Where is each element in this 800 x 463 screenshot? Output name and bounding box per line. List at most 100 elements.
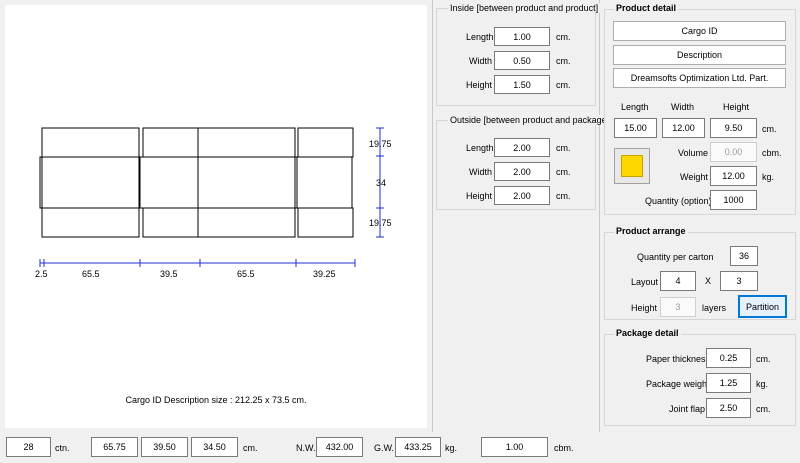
color-picker[interactable] — [614, 148, 650, 184]
unit-label: cm. — [556, 56, 571, 66]
product-box — [41, 127, 140, 158]
dim-label: 65.5 — [237, 269, 255, 279]
width-label: Width — [671, 102, 695, 112]
volume-cbm-field[interactable]: 1.00 — [481, 437, 548, 457]
inside-width-input[interactable]: 0.50 — [494, 51, 550, 70]
gross-weight-label: G.W. — [374, 443, 394, 453]
dim-label: 39.25 — [313, 269, 336, 279]
outside-group-title: Outside [between product and package] — [448, 115, 612, 125]
joint-flap-input[interactable]: 2.50 — [706, 398, 751, 418]
net-weight-label: N.W. — [296, 443, 316, 453]
dim-label: 39.5 — [160, 269, 178, 279]
inside-group-title: Inside [between product and product] — [448, 3, 601, 13]
unit-label: kg. — [445, 443, 458, 453]
dim-label: 19.75 — [369, 139, 392, 149]
product-height-input[interactable]: 9.50 — [710, 118, 757, 138]
carton-length-field[interactable]: 65.75 — [91, 437, 138, 457]
gross-weight-field[interactable]: 433.25 — [395, 437, 441, 457]
unit-label: kg. — [756, 379, 769, 389]
unit-label: cm. — [556, 80, 571, 90]
unit-label: cm. — [756, 404, 771, 414]
product-detail-title: Product detail — [614, 3, 679, 13]
unit-label: cbm. — [762, 148, 782, 158]
qty-per-carton-label: Quantity per carton — [637, 252, 714, 262]
height-label: Height — [723, 102, 750, 112]
outside-height-input[interactable]: 2.00 — [494, 186, 550, 205]
company-button[interactable]: Dreamsofts Optimization Ltd. Part. — [613, 68, 786, 88]
panel-divider — [432, 0, 433, 432]
layout-separator: X — [705, 276, 712, 286]
joint-flap-label: Joint flap — [669, 404, 706, 414]
layers-height-label: Height — [631, 303, 658, 313]
description-button[interactable]: Description — [613, 45, 786, 65]
volume-input: 0.00 — [710, 142, 757, 162]
unit-label: cm. — [556, 167, 571, 177]
product-box — [139, 156, 199, 209]
dim-label: 2.5 — [35, 269, 48, 279]
carton-height-field[interactable]: 34.50 — [191, 437, 238, 457]
carton-layout-diagram: 2.5 65.5 39.5 65.5 39.25 19.75 34 19.75 … — [35, 127, 392, 405]
product-box — [41, 207, 140, 238]
dim-label: 34 — [376, 178, 386, 188]
unit-label: cm. — [556, 143, 571, 153]
layers-height-input: 3 — [660, 297, 696, 317]
unit-label: cm. — [756, 354, 771, 364]
outside-length-input[interactable]: 2.00 — [494, 138, 550, 157]
paper-thickness-input[interactable]: 0.25 — [706, 348, 751, 368]
product-width-input[interactable]: 12.00 — [662, 118, 705, 138]
carton-width-field[interactable]: 39.50 — [141, 437, 188, 457]
unit-label: cm. — [556, 32, 571, 42]
product-box — [142, 207, 199, 238]
inside-length-input[interactable]: 1.00 — [494, 27, 550, 46]
layout-x-input[interactable]: 4 — [660, 271, 696, 291]
product-box — [197, 207, 296, 238]
weight-input[interactable]: 12.00 — [710, 166, 757, 186]
cartons-count-field[interactable]: 28 — [6, 437, 51, 457]
net-weight-field[interactable]: 432.00 — [316, 437, 363, 457]
partition-button[interactable]: Partition — [738, 295, 787, 318]
package-weight-label: Package weight — [646, 379, 710, 389]
package-detail-title: Package detail — [614, 328, 681, 338]
product-box — [197, 127, 296, 158]
package-weight-input[interactable]: 1.25 — [706, 373, 751, 393]
quantity-label: Quantity (option) — [645, 196, 712, 206]
product-arrange-title: Product arrange — [614, 226, 688, 236]
diagram-caption: Cargo ID Description size : 212.25 x 73.… — [125, 395, 306, 405]
unit-label: cm. — [762, 124, 777, 134]
unit-label: cbm. — [554, 443, 574, 453]
outside-width-label: Width — [469, 167, 493, 177]
layout-y-input[interactable]: 3 — [720, 271, 758, 291]
unit-label: cm. — [243, 443, 258, 453]
paper-thickness-label: Paper thickness — [646, 354, 711, 364]
color-swatch-icon — [621, 155, 643, 177]
outside-length-label: Length — [466, 143, 494, 153]
product-box — [197, 156, 296, 209]
unit-label: kg. — [762, 172, 775, 182]
volume-label: Volume — [678, 148, 709, 158]
weight-label: Weight — [680, 172, 708, 182]
cargo-id-button[interactable]: Cargo ID — [613, 21, 786, 41]
product-length-input[interactable]: 15.00 — [614, 118, 657, 138]
dim-label: 65.5 — [82, 269, 100, 279]
product-box — [297, 207, 354, 238]
layers-unit-label: layers — [702, 303, 727, 313]
product-box — [297, 127, 354, 158]
quantity-input[interactable]: 1000 — [710, 190, 757, 210]
unit-label: cm. — [556, 191, 571, 201]
inside-height-label: Height — [466, 80, 493, 90]
length-label: Length — [621, 102, 649, 112]
qty-per-carton-input[interactable]: 36 — [730, 246, 758, 266]
inside-width-label: Width — [469, 56, 493, 66]
inside-height-input[interactable]: 1.50 — [494, 75, 550, 94]
outside-height-label: Height — [466, 191, 493, 201]
layout-label: Layout — [631, 277, 659, 287]
product-box — [41, 156, 140, 209]
dim-label: 19.75 — [369, 218, 392, 228]
outside-width-input[interactable]: 2.00 — [494, 162, 550, 181]
cartons-unit-label: ctn. — [55, 443, 70, 453]
panel-divider — [599, 0, 600, 432]
inside-length-label: Length — [466, 32, 494, 42]
product-box — [296, 156, 353, 209]
product-box — [142, 127, 199, 158]
layout-diagram-canvas: 2.5 65.5 39.5 65.5 39.25 19.75 34 19.75 … — [5, 5, 427, 428]
